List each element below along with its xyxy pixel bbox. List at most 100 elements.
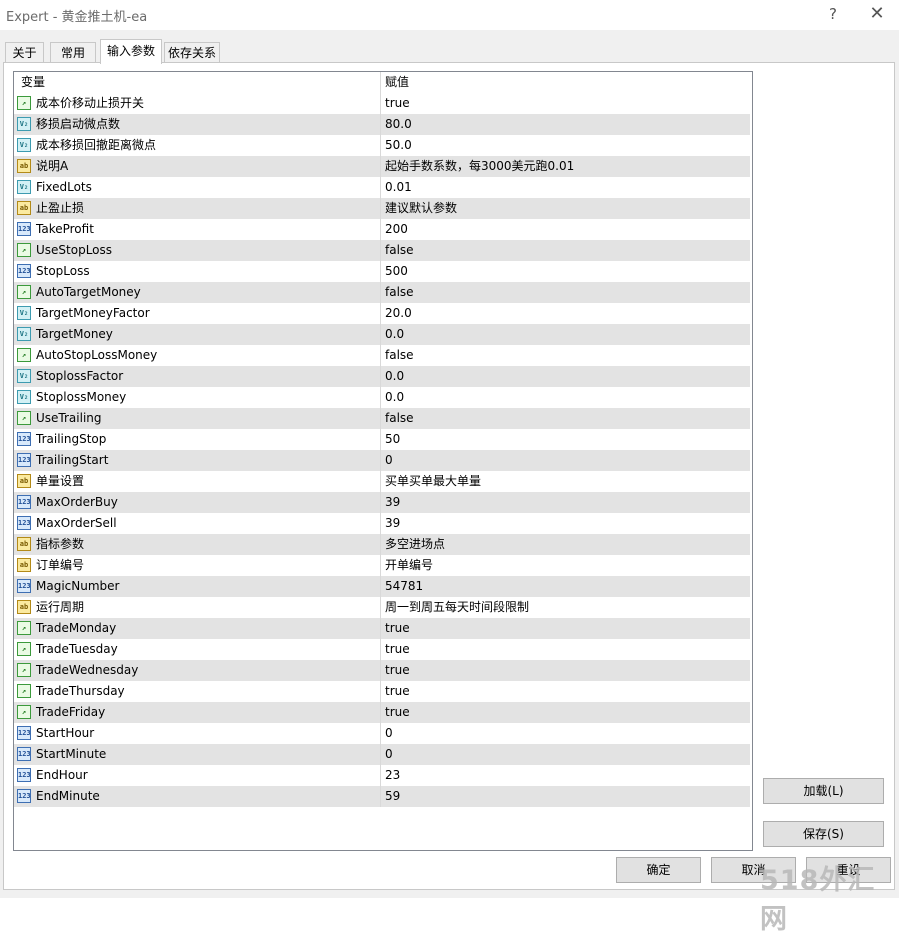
param-name-cell[interactable]: ab 指标参数 <box>14 534 381 555</box>
param-value[interactable]: 500 <box>385 261 745 282</box>
table-row[interactable]: ↗ TradeThursday true <box>14 681 750 702</box>
param-name-cell[interactable]: ↗ TradeTuesday <box>14 639 381 660</box>
table-row[interactable]: V₂ TargetMoney 0.0 <box>14 324 750 345</box>
param-name-cell[interactable]: V₂ StoplossFactor <box>14 366 381 387</box>
param-value[interactable]: true <box>385 702 745 723</box>
param-value[interactable]: 0 <box>385 723 745 744</box>
table-row[interactable]: ↗ TradeTuesday true <box>14 639 750 660</box>
param-value[interactable]: false <box>385 240 745 261</box>
table-row[interactable]: 123 MagicNumber 54781 <box>14 576 750 597</box>
param-name-cell[interactable]: V₂ TargetMoneyFactor <box>14 303 381 324</box>
param-name-cell[interactable]: 123 StopLoss <box>14 261 381 282</box>
param-value[interactable]: true <box>385 660 745 681</box>
parameters-grid[interactable]: 变量 赋值 ↗ 成本价移动止损开关 true V₂ 移损启动微点数 80.0 V₂ 成本移损回… <box>13 71 753 851</box>
table-row[interactable]: ab 指标参数 多空进场点 <box>14 534 750 555</box>
table-row[interactable]: ↗ 成本价移动止损开关 true <box>14 93 750 114</box>
load-button[interactable]: 加载(L) <box>763 778 884 804</box>
param-value[interactable]: 200 <box>385 219 745 240</box>
param-value[interactable]: 59 <box>385 786 745 807</box>
param-name-cell[interactable]: V₂ StoplossMoney <box>14 387 381 408</box>
param-name-cell[interactable]: ↗ AutoTargetMoney <box>14 282 381 303</box>
param-value[interactable]: 50 <box>385 429 745 450</box>
param-value[interactable]: true <box>385 639 745 660</box>
close-button[interactable]: ✕ <box>862 3 892 25</box>
header-variable[interactable]: 变量 <box>14 72 381 93</box>
param-name-cell[interactable]: 123 MaxOrderBuy <box>14 492 381 513</box>
param-value[interactable]: 0.0 <box>385 366 745 387</box>
table-row[interactable]: ab 说明A 起始手数系数，每3000美元跑0.01 <box>14 156 750 177</box>
table-row[interactable]: ↗ TradeMonday true <box>14 618 750 639</box>
param-name-cell[interactable]: V₂ 移损启动微点数 <box>14 114 381 135</box>
param-name-cell[interactable]: ↗ TradeWednesday <box>14 660 381 681</box>
param-value[interactable]: false <box>385 345 745 366</box>
param-value[interactable]: 周一到周五每天时间段限制 <box>385 597 745 618</box>
table-row[interactable]: 123 TrailingStop 50 <box>14 429 750 450</box>
header-value[interactable]: 赋值 <box>385 72 745 93</box>
table-row[interactable]: V₂ 成本移损回撤距离微点 50.0 <box>14 135 750 156</box>
table-row[interactable]: V₂ StoplossMoney 0.0 <box>14 387 750 408</box>
table-row[interactable]: 123 StartMinute 0 <box>14 744 750 765</box>
param-value[interactable]: 50.0 <box>385 135 745 156</box>
tab-dependencies[interactable]: 依存关系 <box>164 42 220 63</box>
table-row[interactable]: V₂ StoplossFactor 0.0 <box>14 366 750 387</box>
param-name-cell[interactable]: ↗ TradeFriday <box>14 702 381 723</box>
table-row[interactable]: 123 MaxOrderBuy 39 <box>14 492 750 513</box>
table-row[interactable]: 123 StopLoss 500 <box>14 261 750 282</box>
table-row[interactable]: V₂ FixedLots 0.01 <box>14 177 750 198</box>
param-value[interactable]: 0 <box>385 744 745 765</box>
param-value[interactable]: false <box>385 408 745 429</box>
param-name-cell[interactable]: ↗ TradeThursday <box>14 681 381 702</box>
table-row[interactable]: 123 TakeProfit 200 <box>14 219 750 240</box>
param-name-cell[interactable]: 123 StartMinute <box>14 744 381 765</box>
table-row[interactable]: 123 EndHour 23 <box>14 765 750 786</box>
table-row[interactable]: ab 止盈止损 建议默认参数 <box>14 198 750 219</box>
param-value[interactable]: 54781 <box>385 576 745 597</box>
param-value[interactable]: 20.0 <box>385 303 745 324</box>
table-row[interactable]: ↗ UseStopLoss false <box>14 240 750 261</box>
param-value[interactable]: 0.0 <box>385 387 745 408</box>
tab-about[interactable]: 关于 <box>5 42 44 63</box>
table-row[interactable]: 123 StartHour 0 <box>14 723 750 744</box>
param-value[interactable]: true <box>385 618 745 639</box>
param-value[interactable]: 80.0 <box>385 114 745 135</box>
param-name-cell[interactable]: ↗ 成本价移动止损开关 <box>14 93 381 114</box>
param-name-cell[interactable]: 123 MagicNumber <box>14 576 381 597</box>
tab-inputs[interactable]: 输入参数 <box>100 39 162 64</box>
param-name-cell[interactable]: ab 订单编号 <box>14 555 381 576</box>
param-value[interactable]: 开单编号 <box>385 555 745 576</box>
param-name-cell[interactable]: ↗ AutoStopLossMoney <box>14 345 381 366</box>
param-name-cell[interactable]: ↗ UseStopLoss <box>14 240 381 261</box>
param-value[interactable]: 0.0 <box>385 324 745 345</box>
param-value[interactable]: 买单买单最大单量 <box>385 471 745 492</box>
param-name-cell[interactable]: ↗ TradeMonday <box>14 618 381 639</box>
param-name-cell[interactable]: 123 EndMinute <box>14 786 381 807</box>
param-name-cell[interactable]: ↗ UseTrailing <box>14 408 381 429</box>
param-name-cell[interactable]: 123 TrailingStart <box>14 450 381 471</box>
param-value[interactable]: true <box>385 681 745 702</box>
param-value[interactable]: 建议默认参数 <box>385 198 745 219</box>
param-name-cell[interactable]: 123 TrailingStop <box>14 429 381 450</box>
table-row[interactable]: V₂ TargetMoneyFactor 20.0 <box>14 303 750 324</box>
param-name-cell[interactable]: ab 运行周期 <box>14 597 381 618</box>
param-value[interactable]: true <box>385 93 745 114</box>
param-value[interactable]: 23 <box>385 765 745 786</box>
table-row[interactable]: ↗ UseTrailing false <box>14 408 750 429</box>
param-name-cell[interactable]: ab 止盈止损 <box>14 198 381 219</box>
param-name-cell[interactable]: 123 EndHour <box>14 765 381 786</box>
param-value[interactable]: false <box>385 282 745 303</box>
param-name-cell[interactable]: V₂ 成本移损回撤距离微点 <box>14 135 381 156</box>
table-row[interactable]: 123 EndMinute 59 <box>14 786 750 807</box>
table-row[interactable]: ↗ AutoTargetMoney false <box>14 282 750 303</box>
param-value[interactable]: 39 <box>385 513 745 534</box>
param-name-cell[interactable]: 123 MaxOrderSell <box>14 513 381 534</box>
param-value[interactable]: 多空进场点 <box>385 534 745 555</box>
param-value[interactable]: 0.01 <box>385 177 745 198</box>
param-name-cell[interactable]: V₂ FixedLots <box>14 177 381 198</box>
table-row[interactable]: V₂ 移损启动微点数 80.0 <box>14 114 750 135</box>
table-row[interactable]: ab 运行周期 周一到周五每天时间段限制 <box>14 597 750 618</box>
save-button[interactable]: 保存(S) <box>763 821 884 847</box>
param-name-cell[interactable]: V₂ TargetMoney <box>14 324 381 345</box>
table-row[interactable]: 123 MaxOrderSell 39 <box>14 513 750 534</box>
param-value[interactable]: 39 <box>385 492 745 513</box>
param-value[interactable]: 起始手数系数，每3000美元跑0.01 <box>385 156 745 177</box>
